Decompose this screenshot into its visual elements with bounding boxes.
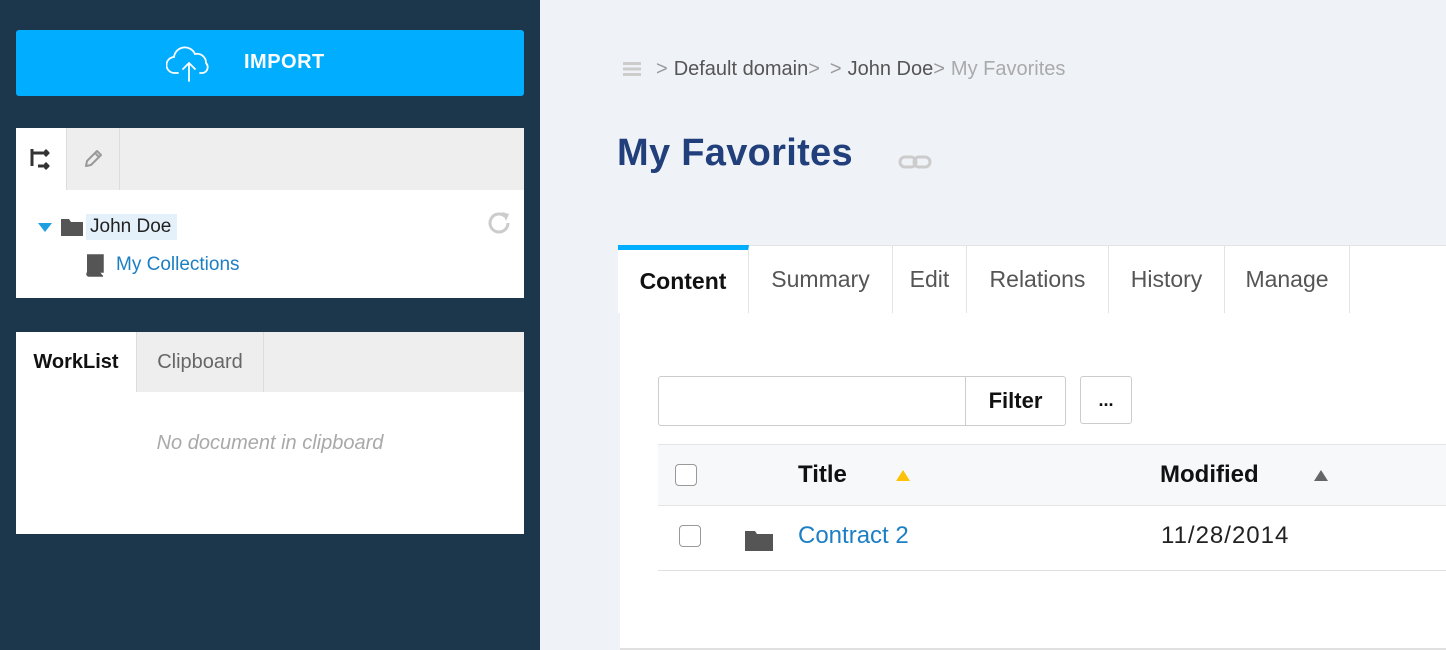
tab-worklist[interactable]: WorkList — [16, 332, 136, 392]
cloud-upload-icon — [166, 46, 209, 82]
tab-edit[interactable] — [67, 128, 119, 190]
row-checkbox[interactable] — [679, 525, 701, 547]
row-title-link[interactable]: Contract 2 — [798, 522, 909, 550]
tab-content[interactable]: Content — [618, 245, 749, 313]
tree-navigation-icon — [30, 148, 50, 171]
import-label: IMPORT — [244, 51, 325, 73]
sort-ascending-icon[interactable] — [896, 470, 910, 481]
tab-clipboard[interactable]: Clipboard — [137, 332, 263, 392]
collapse-caret-icon[interactable] — [38, 222, 52, 232]
breadcrumb-separator: > — [808, 57, 820, 80]
breadcrumb-current: My Favorites — [950, 57, 1066, 80]
column-header-modified[interactable]: Modified — [1160, 461, 1259, 489]
breadcrumb-item-john-doe[interactable]: John Doe — [848, 58, 934, 81]
navigation-tabbar — [16, 128, 524, 190]
clipboard-tabbar: WorkList Clipboard — [16, 332, 524, 392]
clipboard-empty-message: No document in clipboard — [156, 432, 384, 454]
tab-relations[interactable]: Relations — [967, 245, 1109, 313]
row-modified-date: 11/28/2014 — [1161, 522, 1290, 549]
refresh-icon[interactable] — [484, 208, 514, 238]
content-panel: Filter ... Title Modified Contract 2 11/… — [620, 313, 1446, 650]
sidebar: IMPORT John Doe My Collections WorkList … — [0, 0, 540, 650]
permalink-icon[interactable] — [898, 153, 932, 171]
tree-node-john-doe[interactable]: John Doe — [38, 213, 178, 241]
tab-separator — [119, 128, 120, 190]
pencil-icon — [85, 150, 102, 167]
filter-button[interactable]: Filter — [965, 376, 1066, 426]
table-row[interactable]: Contract 2 11/28/2014 — [658, 506, 1446, 571]
tab-navigation-tree[interactable] — [16, 128, 66, 190]
breadcrumb-item-default-domain[interactable]: Default domain — [674, 58, 809, 81]
sort-icon[interactable] — [1314, 470, 1328, 481]
tab-history[interactable]: History — [1109, 245, 1225, 313]
folder-icon — [745, 531, 773, 551]
navigation-panel: John Doe My Collections — [16, 128, 524, 298]
select-all-checkbox[interactable] — [675, 464, 697, 486]
list-icon[interactable] — [622, 60, 642, 78]
table-header: Title Modified — [658, 444, 1446, 506]
column-header-title[interactable]: Title — [798, 461, 847, 489]
page-title: My Favorites — [617, 132, 853, 174]
breadcrumb-separator: > — [829, 57, 842, 80]
filter-input[interactable] — [658, 376, 966, 426]
tree-node-label: My Collections — [116, 254, 240, 275]
tabs-filler — [1350, 245, 1446, 313]
tab-edit[interactable]: Edit — [893, 245, 967, 313]
breadcrumb-separator: > — [933, 57, 945, 80]
document-tabs: Content Summary Edit Relations History M… — [618, 245, 1446, 313]
clipboard-panel: WorkList Clipboard No document in clipbo… — [16, 332, 524, 534]
breadcrumb: > Default domain > > John Doe > My Favor… — [622, 54, 1065, 84]
folder-icon — [61, 219, 83, 236]
tab-summary[interactable]: Summary — [749, 245, 893, 313]
breadcrumb-separator: > — [656, 57, 668, 80]
tree-node-label: John Doe — [86, 214, 178, 240]
import-button[interactable]: IMPORT — [16, 30, 524, 96]
tree-node-my-collections[interactable]: My Collections — [84, 251, 240, 279]
tab-separator — [263, 332, 264, 392]
more-actions-button[interactable]: ... — [1080, 376, 1132, 424]
collections-book-icon — [86, 254, 104, 277]
tab-manage[interactable]: Manage — [1225, 245, 1350, 313]
